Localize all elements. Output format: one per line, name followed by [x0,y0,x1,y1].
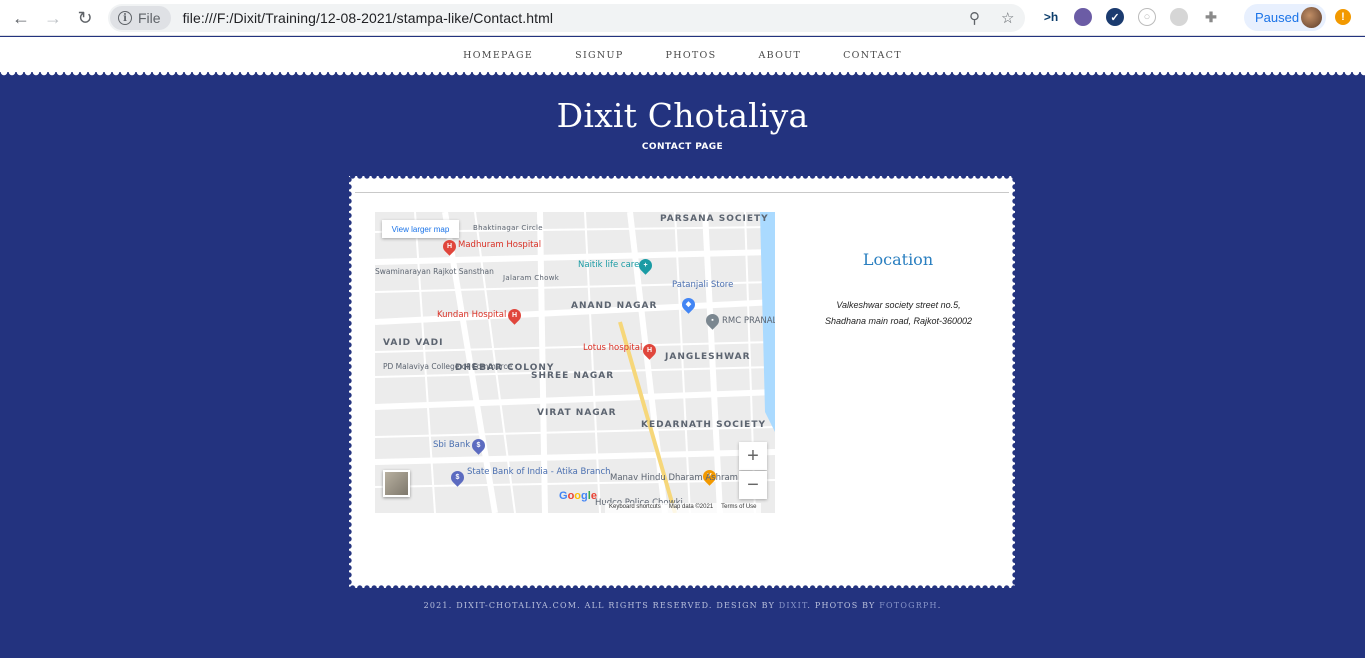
address-line-2: Shadhana main road, Rajkot-360002 [824,316,973,326]
map-poi[interactable]: Jalaram Chowk [503,274,559,282]
google-map[interactable]: View larger map PARSANA SOCIETY ANAND NA… [375,212,775,513]
stamp-perforation-bottom [349,585,1015,591]
store-pin-icon[interactable]: ◆ [679,295,698,314]
view-larger-map-link[interactable]: View larger map [382,220,459,238]
zoom-magnifier-icon[interactable]: ⚲ [969,9,980,27]
stamp-perforation-left [346,176,352,588]
map-poi[interactable]: Lotus hospital [583,343,642,353]
map-area-label: VAID VADI [383,338,444,348]
hospital-pin-icon[interactable]: H [505,306,524,325]
globe-extension-icon[interactable] [1074,8,1092,26]
scheme-label: File [138,10,161,26]
google-logo: Google [559,490,597,502]
map-poi[interactable]: Bhaktinagar Circle [473,224,543,232]
satellite-toggle-button[interactable] [383,470,410,497]
stamp-perforation-right [1012,176,1018,588]
page-title: Dixit Chotaliya [556,96,809,135]
nav-about[interactable]: ABOUT [758,50,801,61]
map-attribution: Keyboard shortcuts Map data ©2021 Terms … [605,503,761,513]
scalloped-divider [0,72,1365,78]
map-area-label: PARSANA SOCIETY [660,214,769,224]
hospital-pin-icon[interactable]: H [440,237,459,256]
footer: 2021. DIXIT-CHOTALIYA.COM. ALL RIGHTS RE… [0,601,1365,610]
nav-signup[interactable]: SIGNUP [575,50,623,61]
stamp-perforation-top [349,173,1015,179]
map-poi[interactable]: Manav Hindu Dharam Ashram [610,473,738,483]
reload-icon[interactable]: ↻ [73,6,97,30]
map-poi[interactable]: Naitik life care [578,260,639,270]
hackerrank-extension-icon[interactable]: >h [1042,8,1060,26]
map-area-label: VIRAT NAGAR [537,408,617,418]
footer-photos-text: . PHOTOS BY [807,601,876,610]
back-icon[interactable]: ← [9,6,33,30]
profile-status: Paused [1255,10,1300,25]
site-info-chip[interactable]: i File [110,6,171,30]
design-link[interactable]: DIXIT [779,601,808,610]
map-poi[interactable]: Kundan Hospital [437,310,506,320]
map-area-label: SHREE NAGAR [531,371,615,381]
nav-photos[interactable]: PHOTOS [666,50,717,61]
divider [355,192,1009,193]
check-extension-icon[interactable]: ✓ [1106,8,1124,26]
nav-contact[interactable]: CONTACT [843,50,902,61]
map-data-text: Map data ©2021 [668,504,714,510]
map-poi[interactable]: State Bank of India - Atika Branch [467,467,611,477]
terms-of-use-link[interactable]: Terms of Use [721,504,756,512]
circle-extension-icon[interactable]: ○ [1138,8,1156,26]
address-line-1: Valkeshwar society street no.5, [836,300,961,310]
footer-text: 2021. DIXIT-CHOTALIYA.COM. ALL RIGHTS RE… [423,601,776,610]
puzzle-extension-icon[interactable]: ✚ [1202,8,1220,26]
update-alert-icon[interactable]: ! [1335,9,1351,25]
keyboard-shortcuts-link[interactable]: Keyboard shortcuts [609,504,661,512]
address-bar[interactable]: i File file:///F:/Dixit/Training/12-08-2… [108,4,1025,32]
site-nav: HOMEPAGE SIGNUP PHOTOS ABOUT CONTACT [0,37,1365,73]
profile-button[interactable]: Paused [1244,4,1326,31]
nav-homepage[interactable]: HOMEPAGE [463,50,533,61]
map-poi[interactable]: PD Malaviya College of Commerce [383,362,512,371]
zoom-out-button[interactable]: − [739,471,767,499]
hospital-pin-icon[interactable]: H [640,341,659,360]
footer-end: . [937,601,942,610]
forward-icon[interactable]: → [41,6,65,30]
map-area-label: KEDARNATH SOCIETY [641,420,766,430]
map-poi[interactable]: Sbi Bank [433,440,470,450]
map-poi[interactable]: Swaminarayan Rajkot Sansthan [375,267,494,276]
bank-pin-icon[interactable]: $ [448,468,467,487]
map-poi[interactable]: Patanjali Store [672,280,733,290]
page-subtitle: CONTACT PAGE [641,142,724,152]
bank-pin-icon[interactable]: $ [469,436,488,455]
browser-toolbar: ← → ↻ i File file:///F:/Dixit/Training/1… [0,0,1365,36]
map-area-label: ANAND NAGAR [571,301,658,311]
map-poi[interactable]: RMC PRANAL [722,316,775,326]
bookmark-star-icon[interactable]: ☆ [1001,9,1014,27]
map-area-label: JANGLESHWAR [665,352,751,362]
location-heading: Location [862,250,934,269]
stamp-card: View larger map PARSANA SOCIETY ANAND NA… [346,173,1018,591]
ghost-extension-icon[interactable] [1170,8,1188,26]
location-address: Valkeshwar society street no.5, Shadhana… [811,297,986,329]
zoom-in-button[interactable]: + [739,442,767,470]
avatar [1301,7,1322,28]
map-poi[interactable]: Madhuram Hospital [458,240,541,250]
office-pin-icon[interactable]: ▪ [703,311,722,330]
url-text[interactable]: file:///F:/Dixit/Training/12-08-2021/sta… [183,10,554,26]
photos-link[interactable]: FOTOGRPH [879,601,937,610]
info-icon: i [118,11,132,25]
